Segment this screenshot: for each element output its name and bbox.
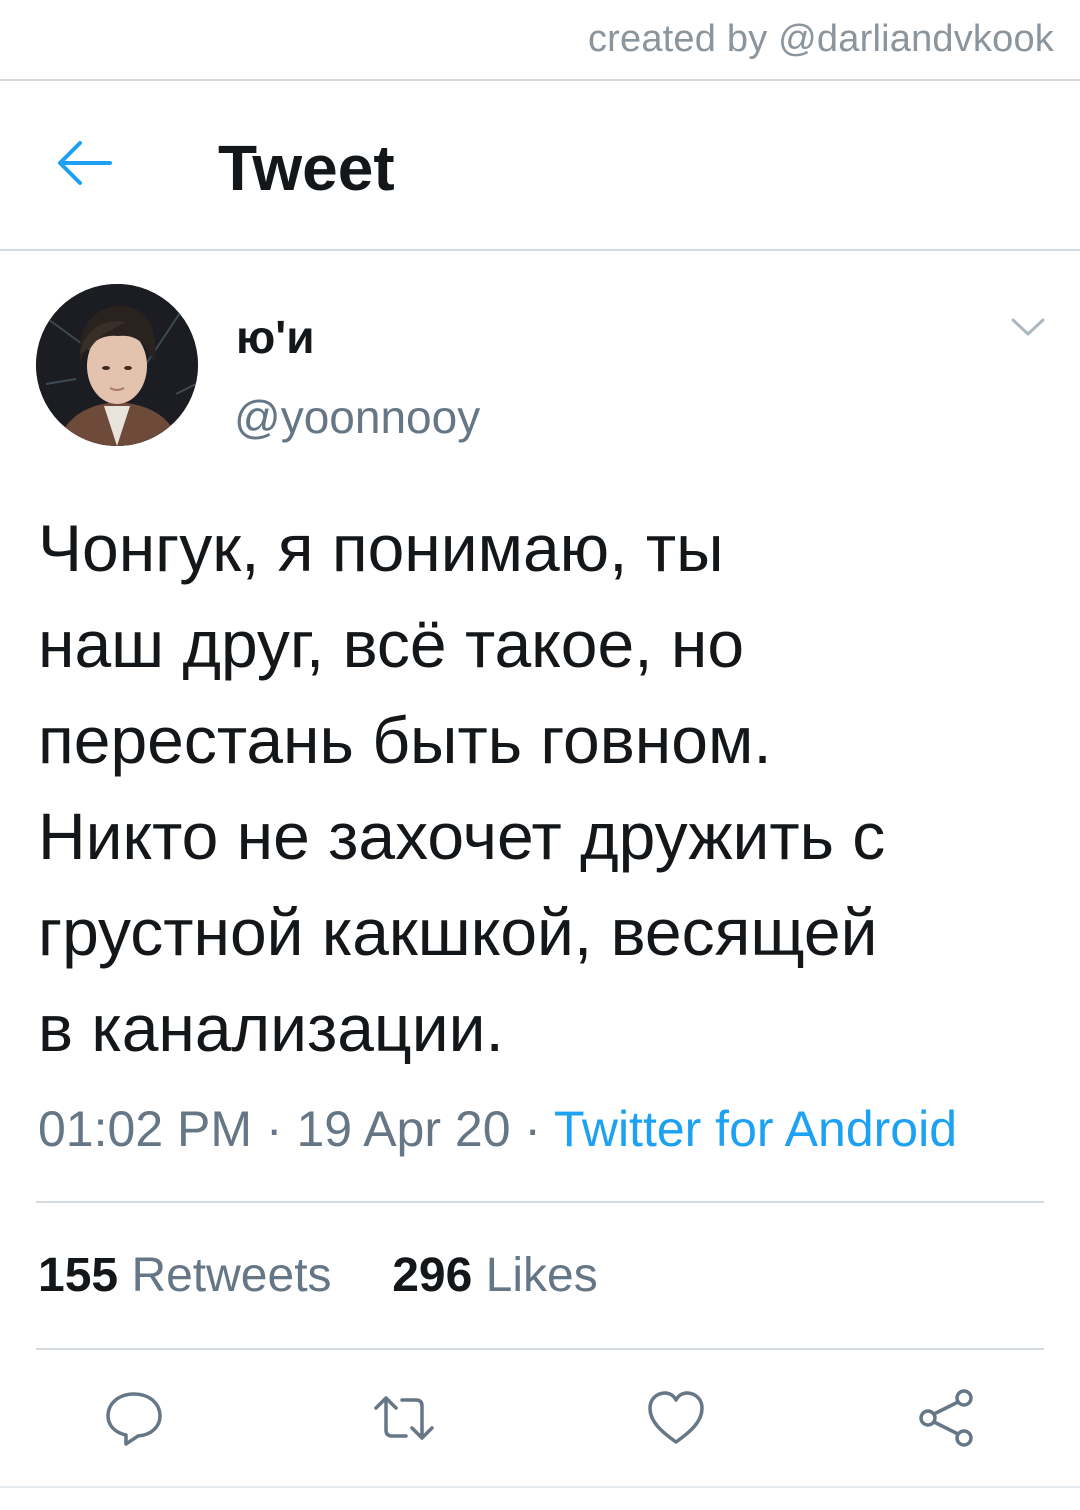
back-button[interactable] [52, 137, 114, 189]
likes-count: 296 [392, 1249, 473, 1302]
meta-separator: · [252, 1101, 297, 1157]
tweet-text-line: в канализации. [38, 991, 504, 1065]
tweet-text-line: грустной какшкой, весящей [38, 895, 878, 969]
share-icon [919, 1389, 973, 1447]
tweet-text-line: перестань быть говном. [38, 703, 772, 777]
bottom-divider [0, 1486, 1080, 1488]
heart-icon [648, 1391, 704, 1444]
tweet-stats: 155 Retweets 296 Likes [38, 1248, 598, 1303]
chevron-down-icon [1011, 318, 1045, 336]
page-title: Tweet [218, 132, 395, 204]
likes-stat[interactable]: 296 Likes [392, 1249, 598, 1302]
tweet-text: Чонгук, я понимаю, ты наш друг, всё тако… [38, 500, 1058, 1076]
retweets-label: Retweets [131, 1249, 332, 1302]
retweet-icon [374, 1396, 434, 1440]
header: Tweet [0, 81, 1080, 249]
tweet-meta: 01:02 PM · 19 Apr 20 · Twitter for Andro… [38, 1100, 957, 1158]
stats-divider-top [36, 1201, 1044, 1203]
retweet-button[interactable] [372, 1386, 436, 1450]
reply-icon [106, 1392, 162, 1446]
avatar[interactable] [36, 284, 198, 446]
tweet-time: 01:02 PM [38, 1101, 253, 1157]
likes-label: Likes [485, 1249, 598, 1302]
avatar-image [36, 284, 198, 446]
author-handle[interactable]: @yoonnooy [234, 390, 480, 444]
watermark: created by @darliandvkook [587, 18, 1054, 60]
retweets-count: 155 [38, 1249, 119, 1302]
share-button[interactable] [914, 1386, 978, 1450]
tweet-source-link[interactable]: Twitter for Android [554, 1101, 957, 1157]
arrow-left-icon [58, 141, 112, 185]
tweet-text-line: Никто не захочет дружить с [38, 799, 886, 873]
reply-button[interactable] [102, 1386, 166, 1450]
retweets-stat[interactable]: 155 Retweets [38, 1249, 332, 1302]
tweet-text-line: наш друг, всё такое, но [38, 607, 745, 681]
stats-divider-bottom [36, 1348, 1044, 1350]
meta-separator: · [510, 1101, 555, 1157]
like-button[interactable] [644, 1386, 708, 1450]
more-options-button[interactable] [1010, 314, 1046, 342]
header-divider [0, 249, 1080, 251]
tweet-date: 19 Apr 20 [296, 1101, 511, 1157]
author-display-name[interactable]: ю'и [236, 310, 315, 364]
tweet-text-line: Чонгук, я понимаю, ты [38, 511, 724, 585]
